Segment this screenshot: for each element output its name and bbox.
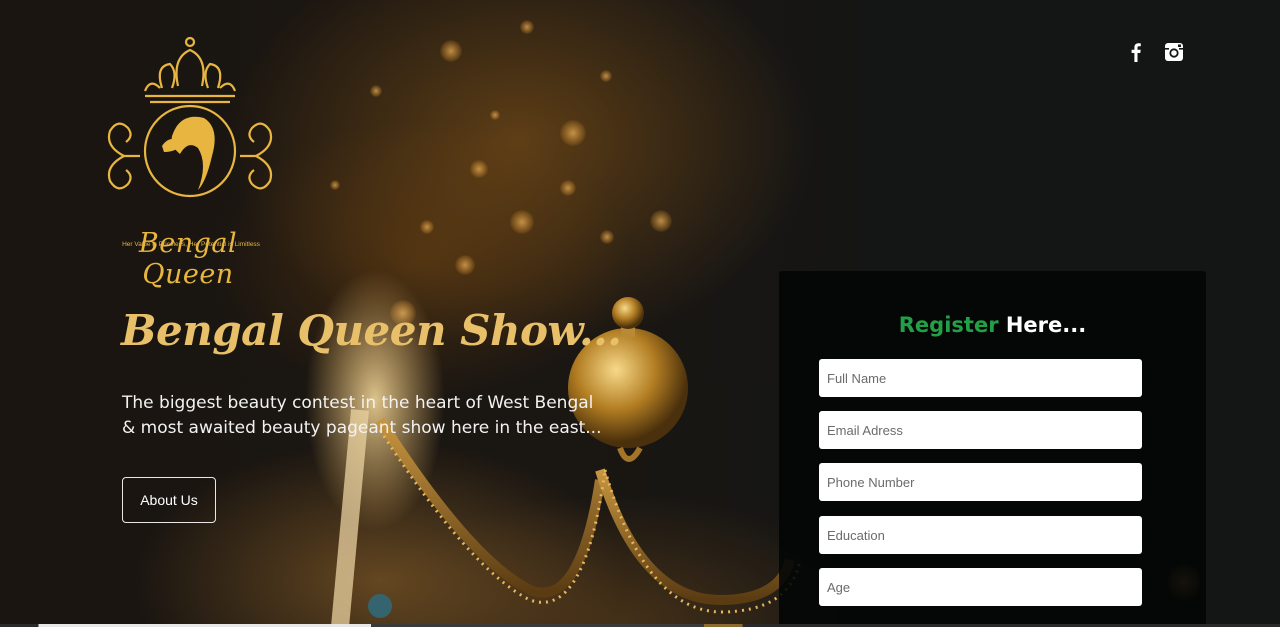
about-us-button[interactable]: About Us	[122, 477, 216, 523]
hero-title: Bengal Queen Show...	[121, 306, 622, 355]
phone-input[interactable]	[819, 463, 1142, 501]
register-title-highlight: Register	[898, 313, 999, 337]
email-input[interactable]	[819, 411, 1142, 449]
brand-name: Bengal Queen	[138, 228, 238, 290]
hero-description-line2: & most awaited beauty pageant show here …	[122, 418, 602, 438]
education-input[interactable]	[819, 516, 1142, 554]
register-title: Register Here...	[779, 313, 1206, 337]
age-input[interactable]	[819, 568, 1142, 606]
brand-tagline: Her Value is Priceless, Her Potential is…	[122, 241, 260, 248]
social-links	[1126, 42, 1184, 62]
crown-logo-icon	[107, 36, 273, 198]
registration-panel: Register Here...	[779, 271, 1206, 627]
brand-logo[interactable]: Bengal Queen Her Value is Priceless, Her…	[96, 36, 286, 290]
facebook-icon[interactable]	[1126, 42, 1146, 62]
hero-description: The biggest beauty contest in the heart …	[122, 391, 602, 441]
register-title-rest: Here...	[998, 313, 1087, 337]
instagram-icon[interactable]	[1164, 42, 1184, 62]
hero-description-line1: The biggest beauty contest in the heart …	[122, 393, 594, 413]
full-name-input[interactable]	[819, 359, 1142, 397]
